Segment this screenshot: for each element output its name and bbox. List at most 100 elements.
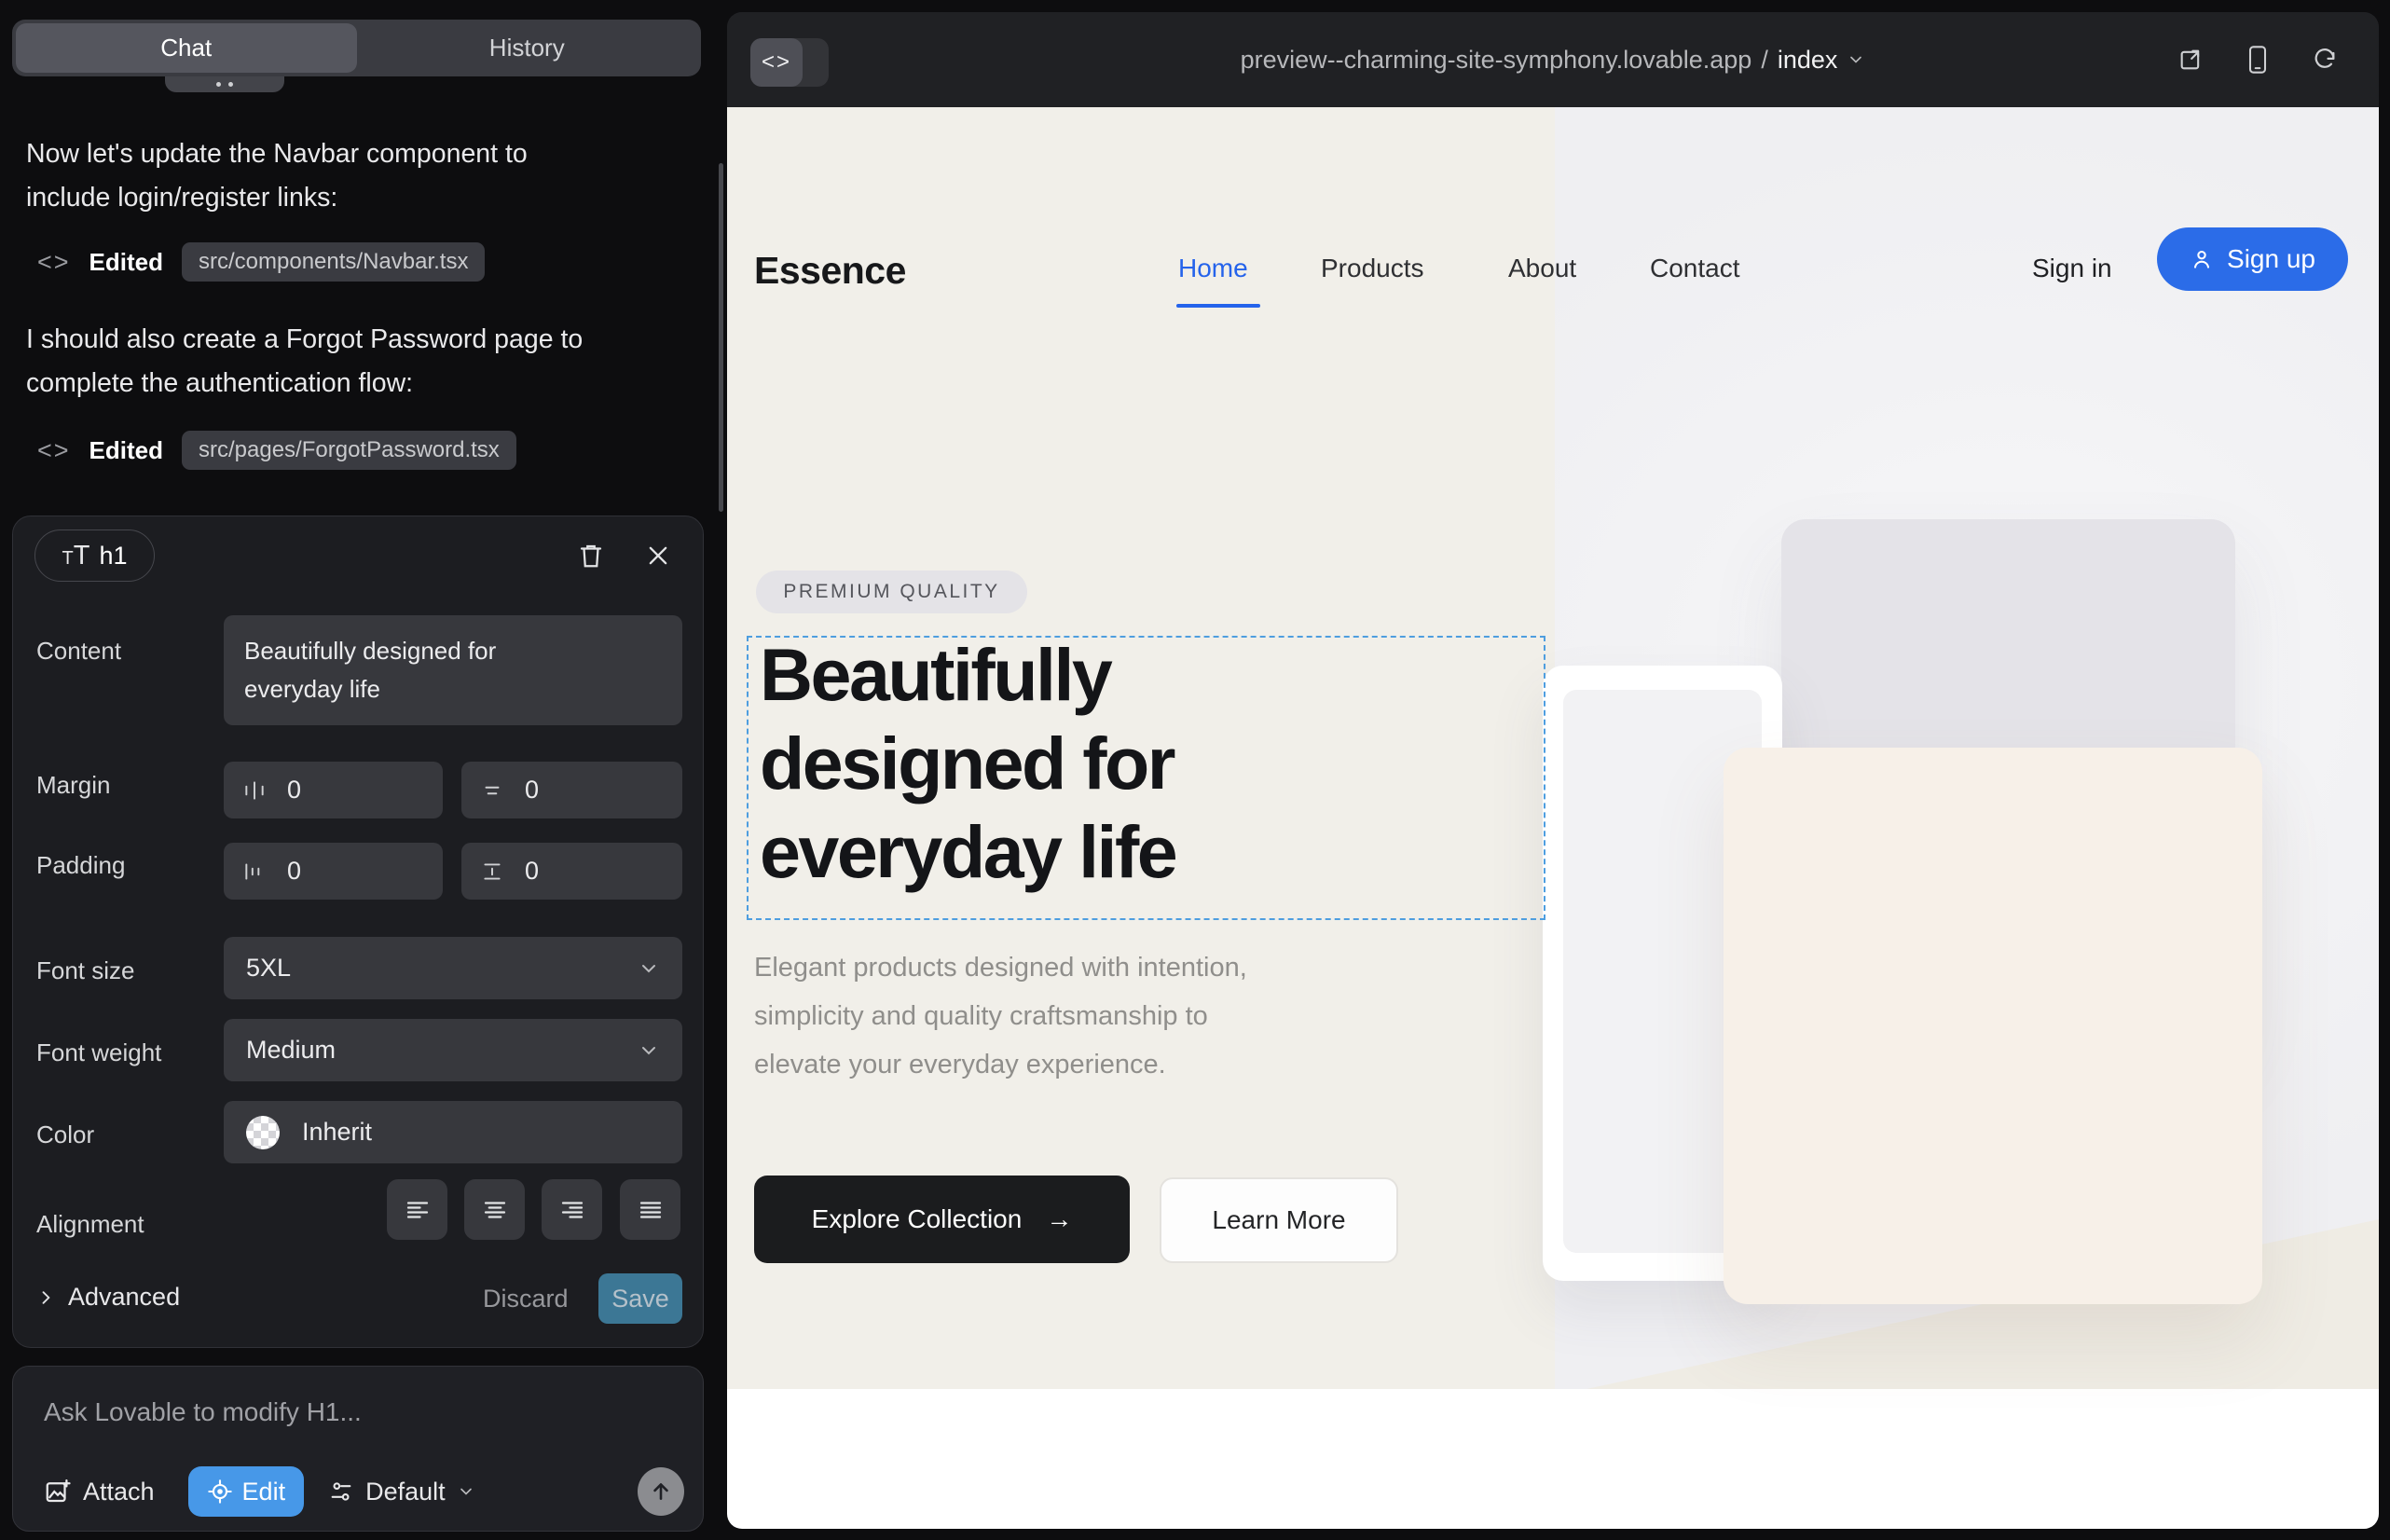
padding-vertical-icon [480,859,504,884]
align-justify-icon [637,1196,665,1224]
font-weight-select[interactable]: Medium [224,1019,682,1081]
sign-up-label: Sign up [2227,244,2315,274]
chevron-down-icon [638,957,660,980]
nav-link-about[interactable]: About [1508,254,1576,283]
padding-x-input[interactable]: 0 [224,843,443,900]
preview-toolbar: <> preview--charming-site-symphony.lovab… [727,12,2379,107]
margin-vertical-icon [480,778,504,803]
font-size-select[interactable]: 5XL [224,937,682,999]
content-input[interactable]: Beautifully designed for everyday life [224,615,682,725]
padding-y-input[interactable]: 0 [461,843,682,900]
align-center-icon [481,1196,509,1224]
active-nav-underline [1176,304,1260,308]
margin-x-input[interactable]: 0 [224,762,443,818]
url-bar[interactable]: preview--charming-site-symphony.lovable.… [727,12,2379,107]
code-icon: <> [37,248,71,277]
sliders-icon [328,1478,354,1505]
user-icon [2190,247,2214,271]
color-select[interactable]: Inherit [224,1101,682,1163]
composer-toolbar: Attach Edit Default [44,1465,684,1518]
align-justify-button[interactable] [620,1179,680,1240]
trash-icon [577,541,605,571]
premium-quality-badge: PREMIUM QUALITY [756,571,1027,613]
site-canvas: Essence Home Products About Contact Sign… [727,107,2379,1529]
transparency-swatch-icon [246,1116,280,1149]
learn-more-label: Learn More [1212,1205,1345,1235]
chat-message-line: include login/register links: [26,183,337,213]
margin-horizontal-icon [242,778,267,803]
alignment-label: Alignment [36,1210,144,1239]
discard-button[interactable]: Discard [483,1285,569,1313]
align-left-button[interactable] [387,1179,447,1240]
attach-button[interactable]: Attach [44,1478,155,1506]
chevron-down-icon [638,1039,660,1062]
edit-mode-button[interactable]: Edit [188,1466,305,1517]
color-label: Color [36,1121,94,1149]
mobile-view-button[interactable] [2239,41,2276,78]
edited-label: Edited [89,248,163,277]
save-button[interactable]: Save [598,1273,682,1324]
chat-message-line: Now let's update the Navbar component to [26,139,528,169]
refresh-button[interactable] [2306,41,2343,78]
align-center-button[interactable] [464,1179,525,1240]
nav-link-products[interactable]: Products [1321,254,1424,283]
hero-paragraph-line: Elegant products designed with intention… [754,953,1247,983]
site-logo[interactable]: Essence [754,249,906,293]
margin-y-value: 0 [525,776,539,804]
open-external-button[interactable] [2172,41,2209,78]
send-button[interactable] [638,1467,684,1516]
element-tag-label: h1 [99,542,127,571]
close-icon [645,543,671,569]
url-domain: preview--charming-site-symphony.lovable.… [1241,46,1752,75]
explore-collection-button[interactable]: Explore Collection → [754,1176,1130,1263]
chat-message: Now let's update the Navbar component to… [26,132,623,220]
element-selection-outline [747,636,1545,920]
nav-link-contact[interactable]: Contact [1650,254,1740,283]
mode-select[interactable]: Default [328,1478,475,1506]
content-label: Content [36,637,121,666]
chat-scrollbar[interactable] [719,163,723,512]
advanced-toggle[interactable]: Advanced [36,1283,180,1312]
learn-more-button[interactable]: Learn More [1160,1177,1398,1263]
edited-file-row: <> Edited src/components/Navbar.tsx [37,242,485,282]
chevron-down-icon [1847,50,1865,69]
scrolled-message-stub [165,76,284,92]
mode-label: Default [365,1478,446,1506]
nav-link-home[interactable]: Home [1178,254,1248,283]
edited-file-row: <> Edited src/pages/ForgotPassword.tsx [37,431,516,470]
close-editor-button[interactable] [639,537,677,574]
align-right-button[interactable] [542,1179,602,1240]
align-right-icon [558,1196,586,1224]
attach-image-icon [44,1478,72,1506]
sign-in-link[interactable]: Sign in [2032,254,2112,283]
delete-element-button[interactable] [572,537,610,574]
chat-history-tabbar: Chat History [12,20,701,76]
margin-label: Margin [36,771,110,800]
edited-label: Edited [89,436,163,465]
padding-horizontal-icon [242,859,267,884]
composer-input[interactable]: Ask Lovable to modify H1... [44,1397,362,1427]
tab-history[interactable]: History [357,23,698,73]
url-separator: / [1761,46,1768,75]
selected-element-tag: TT h1 [34,529,155,582]
file-chip[interactable]: src/pages/ForgotPassword.tsx [182,431,516,470]
padding-y-value: 0 [525,857,539,886]
right-arrow-icon: → [1046,1204,1072,1234]
font-size-label: Font size [36,956,135,985]
font-weight-value: Medium [246,1036,336,1065]
file-chip[interactable]: src/components/Navbar.tsx [182,242,485,282]
sign-up-button[interactable]: Sign up [2157,227,2348,291]
font-size-value: 5XL [246,954,291,983]
color-value: Inherit [302,1118,372,1147]
tab-chat[interactable]: Chat [16,23,357,73]
send-up-arrow-icon [649,1479,673,1504]
chat-composer[interactable]: Ask Lovable to modify H1... Attach Edit … [12,1366,704,1532]
code-icon: <> [37,436,71,465]
margin-y-input[interactable]: 0 [461,762,682,818]
preview-toolbar-actions [2172,12,2343,107]
font-weight-label: Font weight [36,1038,161,1067]
advanced-label: Advanced [68,1283,180,1312]
element-editor-panel: TT h1 Content Beautifully designed for e… [12,516,704,1348]
chat-message-line: I should also create a Forgot Password p… [26,324,583,354]
preview-browser: <> preview--charming-site-symphony.lovab… [727,12,2379,1529]
